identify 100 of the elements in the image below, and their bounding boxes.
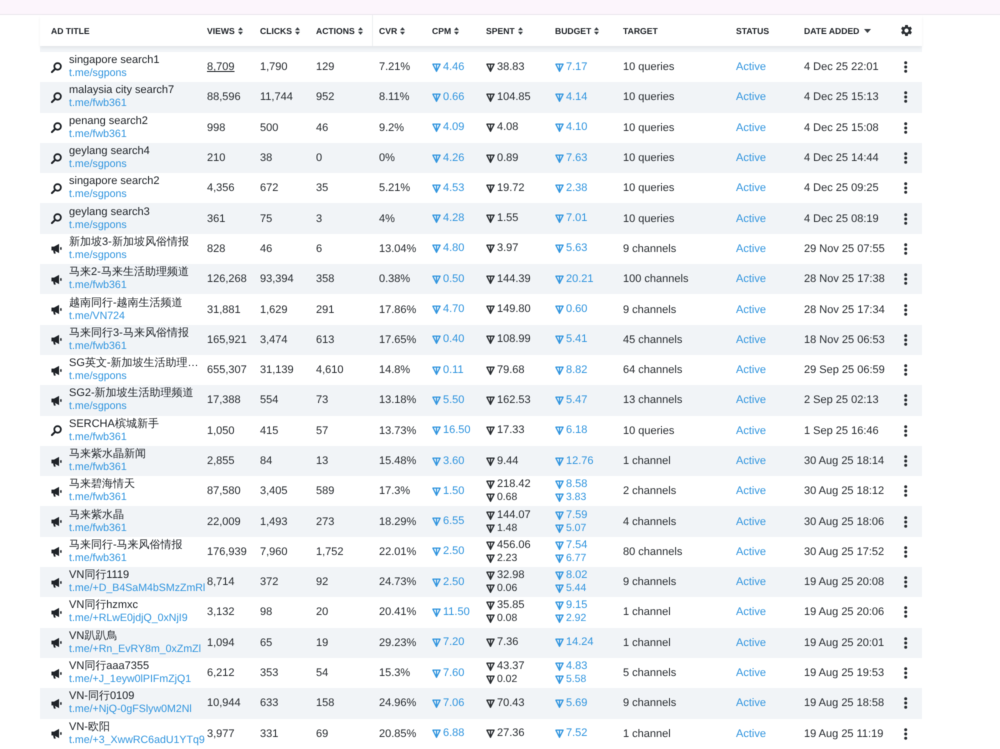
status-link[interactable]: Active <box>736 697 766 710</box>
column-header[interactable]: DATE ADDED <box>804 26 872 36</box>
more-button[interactable] <box>904 516 908 528</box>
column-header[interactable]: VIEWS <box>207 26 243 36</box>
more-button[interactable] <box>904 424 908 437</box>
ad-link[interactable]: t.me/VN724 <box>69 310 183 323</box>
column-header[interactable]: ACTIONS <box>316 26 363 36</box>
kebab-icon <box>904 364 908 376</box>
actions-value: 35 <box>316 182 328 194</box>
more-button[interactable] <box>904 304 908 316</box>
more-button[interactable] <box>904 485 908 498</box>
more-button[interactable] <box>904 182 908 194</box>
more-button[interactable] <box>904 606 908 618</box>
status-link[interactable]: Active <box>736 304 766 316</box>
status-link[interactable]: Active <box>736 546 766 558</box>
date-value: 4 Dec 25 22:01 <box>804 61 879 74</box>
ad-link[interactable]: t.me/+J_1eyw0lPIFmZjQ1 <box>69 673 192 686</box>
status-link[interactable]: Active <box>736 576 766 588</box>
more-button[interactable] <box>904 212 908 225</box>
status-link[interactable]: Active <box>736 364 766 376</box>
ad-link[interactable]: t.me/+D_B4SaM4bSMzZmRl <box>69 582 206 596</box>
ad-link[interactable]: t.me/fwb361 <box>69 97 174 110</box>
more-button[interactable] <box>904 667 908 680</box>
triangle-icon <box>432 154 441 163</box>
ad-link[interactable]: t.me/sgpons <box>69 218 150 232</box>
ad-link[interactable]: t.me/fwb361 <box>69 552 183 565</box>
spent-value: 19.72 <box>497 182 525 195</box>
more-button[interactable] <box>904 122 908 134</box>
status-link[interactable]: Active <box>736 485 766 498</box>
ad-link[interactable]: t.me/sgpons <box>69 370 199 384</box>
ad-link[interactable]: t.me/+Rn_EvRY8m_0xZmZl <box>69 642 201 656</box>
ad-link[interactable]: t.me/sgpons <box>69 400 194 414</box>
more-button[interactable] <box>904 697 908 710</box>
ad-link[interactable]: t.me/fwb361 <box>69 128 148 141</box>
status-link[interactable]: Active <box>736 152 766 164</box>
more-button[interactable] <box>904 546 908 558</box>
more-button[interactable] <box>904 61 908 74</box>
more-button[interactable] <box>904 273 908 286</box>
cvr-value: 17.86% <box>379 304 416 316</box>
status-link[interactable]: Active <box>736 455 766 467</box>
ad-link[interactable]: t.me/fwb361 <box>69 522 127 535</box>
status-link[interactable]: Active <box>736 424 766 437</box>
status-link[interactable]: Active <box>736 606 766 618</box>
target-value: 10 queries <box>623 182 674 194</box>
status-link[interactable]: Active <box>736 212 766 225</box>
target-value: 1 channel <box>623 455 671 467</box>
more-button[interactable] <box>904 242 908 255</box>
ad-link[interactable]: t.me/fwb361 <box>69 430 159 444</box>
spent-value: 0.68 <box>497 491 518 504</box>
column-header[interactable]: SPENT <box>486 26 523 36</box>
column-header[interactable]: CLICKS <box>260 26 300 36</box>
ad-link[interactable]: t.me/+RLwE0jdjQ_0xNjI9 <box>69 612 188 626</box>
spent-value: 38.83 <box>497 60 525 74</box>
ad-title: 新加坡3-新加坡风俗情报 <box>69 236 189 249</box>
more-button[interactable] <box>904 576 908 588</box>
more-button[interactable] <box>904 728 908 740</box>
status-link[interactable]: Active <box>736 667 766 680</box>
ad-title: VN-同行0109 <box>69 690 136 704</box>
more-button[interactable] <box>904 364 908 376</box>
ad-link[interactable]: t.me/sgpons <box>69 248 189 262</box>
status-link[interactable]: Active <box>736 516 766 528</box>
settings-button[interactable] <box>900 25 912 36</box>
more-button[interactable] <box>904 455 908 467</box>
column-header[interactable]: CVR <box>379 26 406 36</box>
status-link[interactable]: Active <box>736 728 766 740</box>
budget-value: 8.02 <box>566 569 588 582</box>
status-link[interactable]: Active <box>736 61 766 74</box>
status-link[interactable]: Active <box>736 394 766 406</box>
status-link[interactable]: Active <box>736 636 766 649</box>
status-link[interactable]: Active <box>736 122 766 134</box>
megaphone-icon <box>51 728 62 740</box>
ad-link[interactable]: t.me/sgpons <box>69 188 160 202</box>
status-link[interactable]: Active <box>736 334 766 346</box>
views-value[interactable]: 8,709 <box>207 61 235 74</box>
status-link[interactable]: Active <box>736 242 766 255</box>
actions-value: 73 <box>316 394 328 406</box>
budget-value: 5.07 <box>566 522 586 535</box>
more-button[interactable] <box>904 334 908 346</box>
ad-link[interactable]: t.me/+NjQ-0gFSlyw0M2Nl <box>69 703 192 716</box>
megaphone-icon <box>51 516 62 528</box>
megaphone-icon <box>51 394 62 406</box>
ad-link[interactable]: t.me/fwb361 <box>69 340 189 353</box>
ad-link[interactable]: t.me/+3_XwwRC6adU1YTq9 <box>69 734 205 747</box>
status-link[interactable]: Active <box>736 273 766 286</box>
ad-link[interactable]: t.me/sgpons <box>69 158 150 172</box>
clicks-value: 31,139 <box>260 364 294 376</box>
ad-link[interactable]: t.me/fwb361 <box>69 279 189 292</box>
ad-link[interactable]: t.me/fwb361 <box>69 491 135 504</box>
more-button[interactable] <box>904 636 908 649</box>
column-header[interactable]: CPM <box>432 26 460 36</box>
ad-link[interactable]: t.me/fwb361 <box>69 461 146 474</box>
ad-link[interactable]: t.me/sgpons <box>69 67 160 80</box>
more-button[interactable] <box>904 394 908 406</box>
more-button[interactable] <box>904 152 908 164</box>
status-link[interactable]: Active <box>736 91 766 104</box>
status-link[interactable]: Active <box>736 182 766 194</box>
more-button[interactable] <box>904 91 908 104</box>
cvr-value: 9.2% <box>379 122 404 134</box>
column-header[interactable]: BUDGET <box>555 26 600 36</box>
actions-value: 952 <box>316 91 334 104</box>
